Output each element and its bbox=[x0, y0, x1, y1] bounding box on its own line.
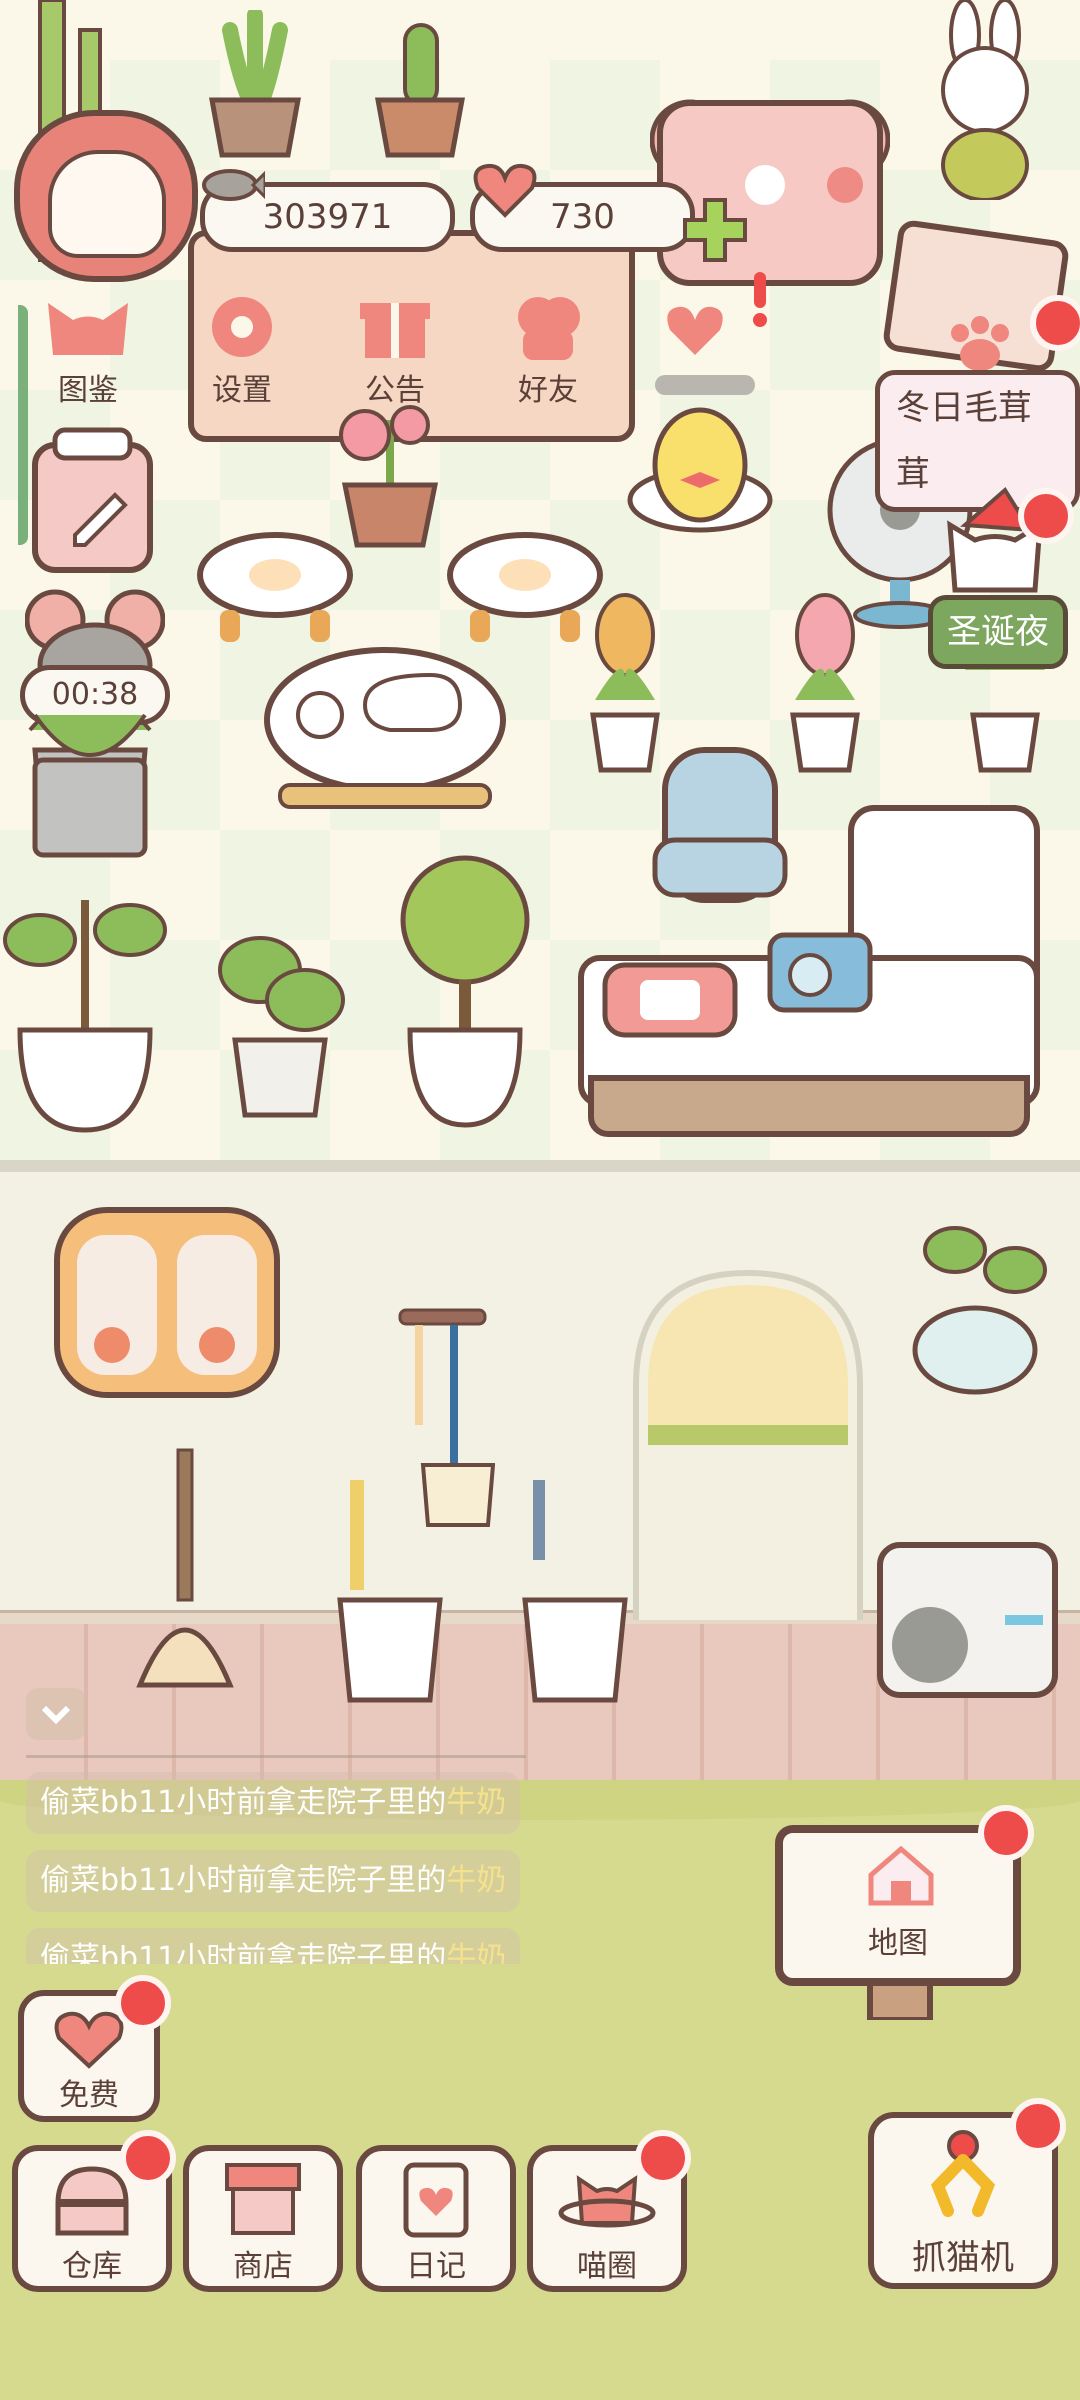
cat-circle-badge bbox=[635, 2130, 691, 2186]
avatar-face bbox=[48, 150, 166, 258]
log-entry: 偷菜bb11小时前拿走院子里的牛奶 bbox=[26, 1850, 521, 1912]
menu-notice-label: 公告 bbox=[365, 373, 425, 408]
gear-icon bbox=[212, 297, 272, 357]
gift-icon bbox=[360, 303, 430, 358]
duck-plush[interactable] bbox=[625, 385, 775, 535]
log-entry-clipped: 偷菜bb11小时前拿走院子里的牛奶 bbox=[26, 1928, 546, 1964]
menu-settings-label: 设置 bbox=[212, 373, 272, 408]
menu-catalog-label: 图鉴 bbox=[58, 373, 118, 408]
christmas-event-badge bbox=[1018, 488, 1074, 544]
yellow-broom-bucket[interactable] bbox=[330, 1470, 450, 1710]
log-entry: 偷菜bb11小时前拿走院子里的牛奶 bbox=[26, 1928, 521, 1964]
blue-camera[interactable] bbox=[765, 920, 875, 1020]
log-item-name: 牛奶 bbox=[446, 1863, 507, 1898]
nav-diary-button[interactable]: 日记 bbox=[356, 2145, 516, 2292]
fish-coin-icon bbox=[202, 169, 265, 201]
winter-event-badge bbox=[1030, 295, 1080, 351]
paw-icon bbox=[951, 316, 1009, 371]
snake-plant-pot[interactable] bbox=[200, 10, 310, 160]
menu-settings-button[interactable]: 设置 bbox=[182, 285, 312, 409]
cat-face-icon bbox=[48, 303, 128, 355]
log-separator bbox=[26, 1755, 526, 1758]
floor-divider bbox=[0, 1160, 1080, 1172]
round-stool-left[interactable] bbox=[195, 530, 355, 650]
air-conditioner-unit[interactable] bbox=[875, 1540, 1060, 1700]
add-hearts-icon[interactable] bbox=[680, 195, 750, 265]
monstera-pot[interactable] bbox=[210, 910, 350, 1120]
claw-badge bbox=[1010, 2098, 1066, 2154]
storage-icon bbox=[55, 2166, 129, 2236]
pink-telephone[interactable] bbox=[595, 940, 745, 1040]
free-label: 免费 bbox=[59, 2078, 119, 2113]
menu-catalog-button[interactable]: 图鉴 bbox=[28, 285, 158, 409]
topiary-tree-pot[interactable] bbox=[395, 855, 535, 1135]
arched-doorway[interactable] bbox=[628, 1265, 868, 1625]
menu-friends-label: 好友 bbox=[518, 373, 578, 408]
nav-cat-circle-label: 喵圈 bbox=[577, 2249, 637, 2284]
log-entry: 偷菜bb11小时前拿走院子里的牛奶 bbox=[26, 1772, 521, 1834]
tea-table[interactable] bbox=[260, 640, 510, 820]
log-item-name: 牛奶 bbox=[446, 1941, 507, 1964]
alert-icon bbox=[753, 272, 767, 327]
claw-label: 抓猫机 bbox=[912, 2238, 1014, 2278]
chevron-down-icon bbox=[41, 1705, 71, 1725]
nav-shop-label: 商店 bbox=[233, 2249, 293, 2284]
claw-icon bbox=[930, 2130, 996, 2217]
diary-icon bbox=[403, 2162, 469, 2238]
friends-icon bbox=[518, 297, 580, 360]
nav-shop-button[interactable]: 商店 bbox=[183, 2145, 343, 2292]
christmas-event-label[interactable]: 圣诞夜 bbox=[928, 595, 1068, 669]
log-item-name: 牛奶 bbox=[446, 1785, 507, 1820]
shop-icon bbox=[225, 2163, 301, 2235]
log-text: 偷菜bb11小时前拿走院子里的 bbox=[40, 1863, 447, 1898]
umbrella-bucket[interactable] bbox=[515, 1470, 635, 1710]
heart-value: 730 bbox=[550, 197, 615, 237]
house-icon bbox=[868, 1845, 934, 1906]
task-clipboard-icon[interactable] bbox=[25, 425, 160, 585]
heart-currency-icon bbox=[473, 163, 537, 218]
nav-diary-label: 日记 bbox=[406, 2249, 466, 2284]
potted-plant-gray[interactable] bbox=[20, 705, 160, 860]
map-label: 地图 bbox=[868, 1926, 928, 1961]
storage-badge bbox=[120, 2130, 176, 2186]
coin-value: 303971 bbox=[262, 197, 393, 237]
free-badge bbox=[115, 1975, 171, 2031]
straw-broom[interactable] bbox=[120, 1445, 250, 1695]
log-text: 偷菜bb11小时前拿走院子里的 bbox=[40, 1941, 447, 1964]
menu-notice-button[interactable]: 公告 bbox=[335, 285, 465, 409]
log-toggle-button[interactable] bbox=[26, 1688, 86, 1740]
heart-icon bbox=[54, 2011, 124, 2069]
potted-vine-plant[interactable] bbox=[0, 880, 170, 1140]
map-badge bbox=[978, 1805, 1034, 1861]
glass-vase-plant[interactable] bbox=[900, 1210, 1060, 1395]
flower-window[interactable] bbox=[52, 1205, 282, 1400]
log-text: 偷菜bb11小时前拿走院子里的 bbox=[40, 1785, 447, 1820]
bunny-plush[interactable] bbox=[920, 0, 1050, 200]
menu-friends-button[interactable]: 好友 bbox=[488, 285, 618, 409]
nav-storage-label: 仓库 bbox=[62, 2249, 122, 2284]
cactus-pot[interactable] bbox=[370, 15, 470, 160]
